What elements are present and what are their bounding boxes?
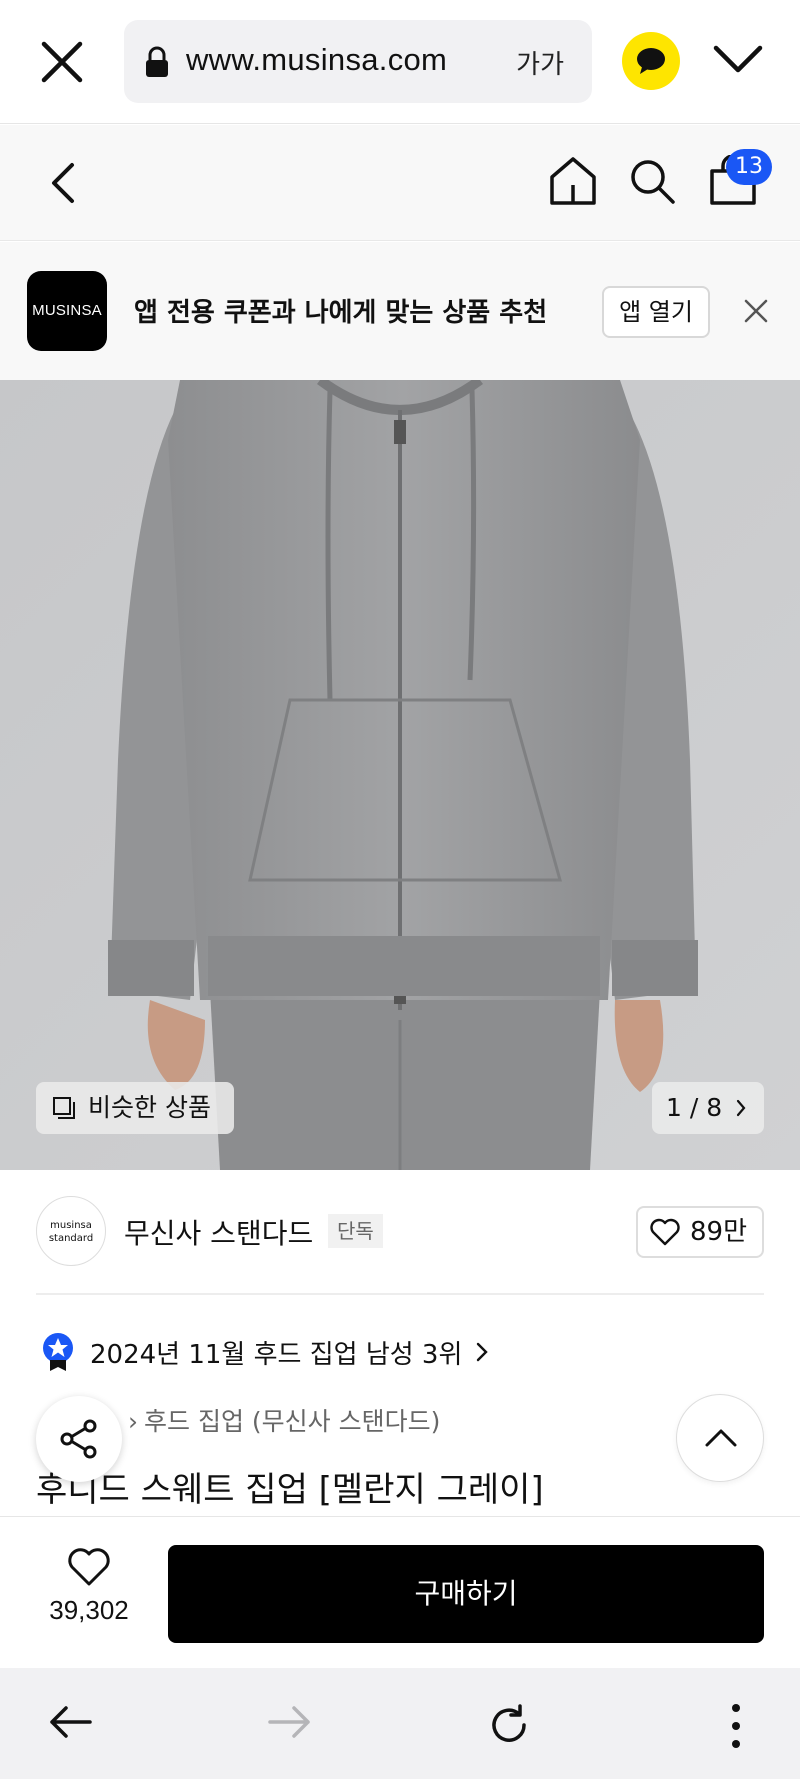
product-title: 후디드 스웨트 집업 [멜란지 그레이]	[36, 1470, 544, 1510]
chevron-up-icon	[705, 1429, 737, 1447]
wishlist-button[interactable]: 39,302	[36, 1547, 142, 1639]
brand-name[interactable]: 무신사 스탠다드	[124, 1212, 313, 1252]
share-button[interactable]	[36, 1396, 122, 1482]
browser-toolbar: www.musinsa.com 가가	[0, 0, 800, 124]
forward-arrow-icon[interactable]	[266, 1702, 314, 1742]
musinsa-logo: MUSINSA	[27, 271, 107, 351]
brand-logo-line1: musinsa	[50, 1220, 92, 1231]
heart-icon	[68, 1548, 110, 1586]
purchase-bar: 39,302 구매하기	[0, 1516, 800, 1668]
chevron-down-icon[interactable]	[712, 40, 764, 80]
breadcrumb-category[interactable]: 후드 집업 (무신사 스탠다드)	[144, 1407, 440, 1436]
gallery-page-indicator[interactable]: 1 / 8	[652, 1082, 764, 1134]
buy-button[interactable]: 구매하기	[168, 1545, 764, 1643]
refresh-icon[interactable]	[486, 1702, 532, 1748]
brand-like-button[interactable]: 89만	[636, 1206, 764, 1258]
back-icon[interactable]	[44, 159, 84, 207]
search-icon[interactable]	[628, 157, 676, 205]
ranking-badge-icon	[43, 1333, 73, 1371]
brand-row[interactable]: musinsa standard 무신사 스탠다드 단독 89만	[0, 1170, 800, 1294]
url-text: www.musinsa.com	[186, 42, 448, 77]
back-arrow-icon[interactable]	[46, 1702, 94, 1742]
wishlist-count: 39,302	[49, 1595, 129, 1625]
similar-products-label: 비슷한 상품	[88, 1093, 211, 1122]
text-size-button[interactable]: 가가	[516, 44, 564, 81]
hoodie-photo	[0, 380, 800, 1170]
lock-icon	[144, 46, 170, 78]
browser-navigation-bar	[0, 1668, 800, 1779]
exclusive-badge: 단독	[328, 1214, 383, 1248]
product-image-gallery[interactable]: 비슷한 상품 1 / 8	[0, 380, 800, 1170]
heart-icon	[650, 1218, 680, 1246]
promo-message: 앱 전용 쿠폰과 나에게 맞는 상품 추천	[134, 298, 548, 328]
app-promo-banner: MUSINSA 앱 전용 쿠폰과 나에게 맞는 상품 추천 앱 열기	[0, 242, 800, 380]
close-icon[interactable]	[742, 297, 770, 325]
cart-count-badge: 13	[726, 149, 772, 185]
address-bar[interactable]: www.musinsa.com 가가	[124, 20, 592, 103]
close-icon[interactable]	[38, 38, 86, 86]
more-options-icon[interactable]	[728, 1702, 744, 1750]
scroll-to-top-button[interactable]	[676, 1394, 764, 1482]
copy-icon	[53, 1097, 75, 1119]
page-indicator-text: 1 / 8	[666, 1093, 723, 1122]
chevron-right-icon	[476, 1342, 488, 1362]
brand-like-count: 89만	[690, 1217, 748, 1247]
app-header: 13	[0, 125, 800, 241]
chevron-right-icon: ›	[128, 1407, 138, 1436]
brand-logo[interactable]: musinsa standard	[36, 1196, 106, 1266]
divider	[36, 1293, 764, 1295]
open-app-button[interactable]: 앱 열기	[602, 286, 710, 338]
ranking-text: 2024년 11월 후드 집업 남성 3위	[90, 1340, 463, 1370]
home-icon[interactable]	[548, 155, 598, 207]
brand-logo-line2: standard	[48, 1233, 94, 1244]
chevron-right-icon	[736, 1099, 746, 1117]
kakaotalk-icon[interactable]	[622, 32, 680, 90]
similar-products-button[interactable]: 비슷한 상품	[36, 1082, 234, 1134]
share-icon	[60, 1419, 97, 1459]
